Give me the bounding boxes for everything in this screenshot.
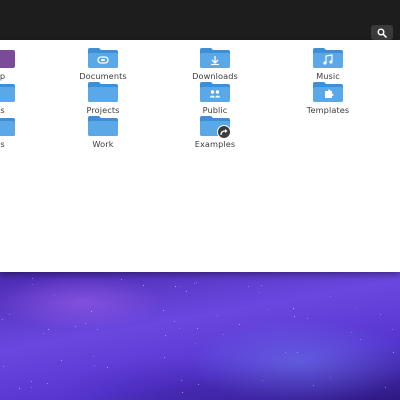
wallpaper-star [313,385,314,386]
wallpaper-star [380,314,381,315]
wallpaper-star [196,282,197,283]
wallpaper-star [294,316,295,317]
folder-label: Public [202,105,228,115]
documents-folder-icon [88,48,118,68]
folder-label: Projects [86,105,120,115]
folder-videos-partial[interactable]: os [0,116,45,149]
wallpaper-star [297,352,298,353]
wallpaper-star [85,323,86,324]
folder-examples[interactable]: Examples [170,116,260,149]
wallpaper-star [259,292,260,293]
symlink-folder-icon [200,116,231,139]
folder-icon [88,116,118,136]
wallpaper-star [9,314,10,315]
wallpaper-star [32,278,33,279]
wallpaper-star [198,384,199,385]
wallpaper-star [174,321,175,322]
wallpaper-star [91,311,92,312]
wallpaper-star [175,286,176,287]
wallpaper-star [19,388,20,389]
wallpaper-star [392,329,393,330]
wallpaper-star [194,283,195,284]
wallpaper-star [47,383,48,384]
wallpaper-star [351,332,352,333]
wallpaper-star [262,380,263,381]
wallpaper-star [61,360,62,361]
wallpaper-star [267,309,268,310]
wallpaper-star [285,352,286,353]
file-manager-headerbar [0,0,400,40]
wallpaper-star [186,291,187,292]
wallpaper-star [293,308,294,309]
folder-pictures-partial[interactable]: es [0,82,45,115]
wallpaper-star [31,381,32,382]
templates-folder-icon [313,82,343,102]
wallpaper-star [223,334,224,335]
folder-music[interactable]: Music [283,48,373,81]
wallpaper-star [3,366,4,367]
wallpaper-star [75,326,76,327]
wallpaper-star [261,285,262,286]
folder-label: Downloads [192,71,238,81]
downloads-folder-icon [200,48,230,68]
wallpaper-star [48,329,49,330]
folder-templates[interactable]: Templates [283,82,373,115]
wallpaper-star [94,365,95,366]
wallpaper-star [385,387,386,388]
wallpaper-star [32,284,33,285]
wallpaper-star [2,319,3,320]
wallpaper-star [307,318,308,319]
wallpaper-star [97,329,98,330]
pictures-folder-icon [0,82,15,102]
wallpaper-star [163,310,164,311]
folder-work[interactable]: Work [58,116,148,149]
folder-label: Work [92,139,114,149]
wallpaper-star [330,296,331,297]
folder-label: Examples [194,139,236,149]
wallpaper-star [182,392,183,393]
symlink-arrow-icon [217,125,231,139]
videos-folder-icon [0,116,15,136]
wallpaper-star [360,339,361,340]
search-button[interactable] [371,25,393,40]
folder-icon [88,82,118,102]
wallpaper-star [121,279,122,280]
wallpaper-star [330,377,331,378]
wallpaper-star [107,367,108,368]
folder-projects[interactable]: Projects [58,82,148,115]
wallpaper-star [356,307,357,308]
wallpaper-star [195,343,196,344]
folder-label: Documents [79,71,127,81]
wallpaper-star [248,286,249,287]
folder-documents[interactable]: Documents [58,48,148,81]
wallpaper-star [393,352,394,353]
folder-desktop-partial[interactable]: op [0,48,45,81]
public-folder-icon [200,82,230,102]
wallpaper-star [239,324,240,325]
wallpaper-star [143,285,144,286]
music-folder-icon [313,48,343,68]
wallpaper-star [165,335,166,336]
folder-public[interactable]: Public [170,82,260,115]
desktop-folder-icon [0,48,15,68]
folder-downloads[interactable]: Downloads [170,48,260,81]
folder-label: Templates [306,105,350,115]
wallpaper-star [197,328,198,329]
wallpaper-star [217,315,218,316]
folder-label: op [0,71,6,81]
folder-label: Music [316,71,340,81]
wallpaper-star [181,380,182,381]
search-icon [377,28,387,38]
wallpaper-star [179,328,180,329]
wallpaper-star [54,295,55,296]
wallpaper-star [93,356,94,357]
folder-label: es [0,105,5,115]
wallpaper-star [179,286,180,287]
file-manager-view: op Documents Downloads Music es [0,40,400,272]
wallpaper-star [31,387,32,388]
wallpaper-star [43,333,44,334]
desktop-wallpaper [0,272,400,400]
folder-label: os [0,139,5,149]
wallpaper-star [164,357,165,358]
